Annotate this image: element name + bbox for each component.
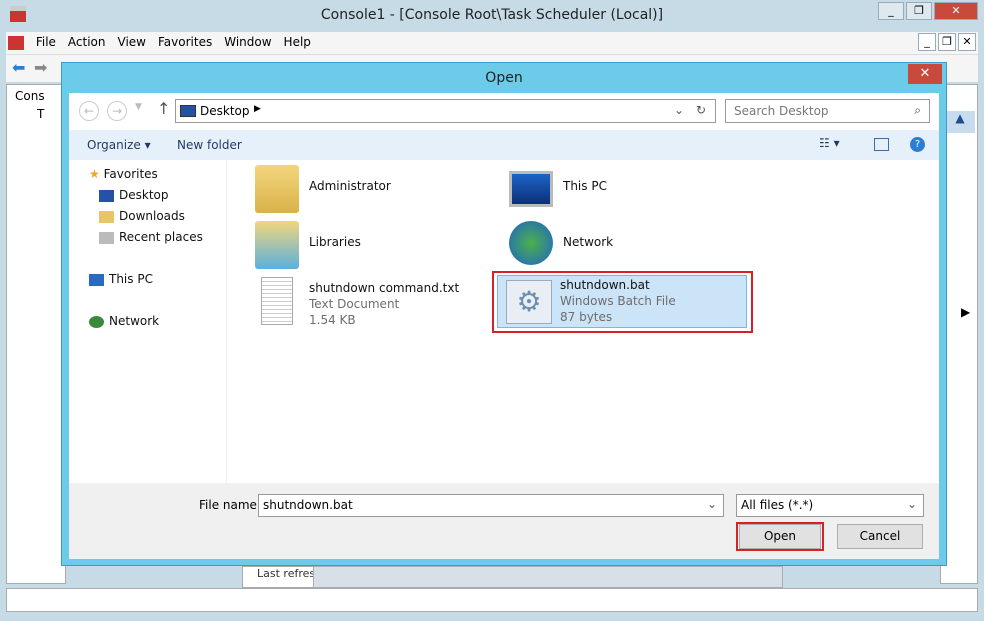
file-list: Administrator This PC Libraries Network … bbox=[229, 160, 939, 483]
user-folder-icon bbox=[255, 165, 299, 213]
dialog-title: Open bbox=[485, 70, 523, 86]
search-input[interactable]: Search Desktop ⌕ bbox=[725, 99, 930, 123]
mmc-title-bar: Console1 - [Console Root\Task Scheduler … bbox=[0, 0, 984, 30]
submenu-arrow-icon[interactable]: ▶ bbox=[961, 305, 970, 319]
nav-desktop[interactable]: Desktop bbox=[99, 188, 169, 202]
help-icon[interactable]: ? bbox=[910, 137, 925, 152]
computer-icon bbox=[509, 171, 553, 207]
star-icon: ★ bbox=[89, 167, 100, 181]
network-icon bbox=[89, 315, 104, 328]
child-restore-button[interactable]: ❐ bbox=[938, 33, 956, 51]
open-dialog: Open ✕ ← → ▼ ↑ Desktop ▶ ⌄ ↻ Search Desk… bbox=[61, 62, 947, 566]
collapse-arrow-icon[interactable]: ▲ bbox=[945, 111, 975, 133]
refresh-icon[interactable]: ↻ bbox=[696, 103, 706, 117]
organize-button[interactable]: Organize ▾ bbox=[87, 138, 151, 152]
desktop-icon bbox=[180, 105, 196, 117]
child-minimize-button[interactable]: _ bbox=[918, 33, 936, 51]
forward-arrow-icon[interactable]: ➡ bbox=[34, 58, 47, 77]
menu-help[interactable]: Help bbox=[278, 32, 317, 52]
open-button[interactable]: Open bbox=[739, 524, 821, 549]
recent-dropdown-icon[interactable]: ▼ bbox=[135, 102, 142, 112]
recent-places-icon bbox=[99, 231, 114, 244]
menu-window[interactable]: Window bbox=[218, 32, 277, 52]
dialog-body: ← → ▼ ↑ Desktop ▶ ⌄ ↻ Search Desktop ⌕ Or… bbox=[69, 93, 939, 559]
address-desktop[interactable]: Desktop bbox=[200, 104, 250, 118]
file-item-network[interactable]: Network bbox=[493, 219, 743, 275]
change-view-icon[interactable]: ☷ ▾ bbox=[819, 136, 840, 150]
file-type-dropdown-icon: ⌄ bbox=[906, 497, 917, 511]
menu-bar: File Action View Favorites Window Help _ ❐ ✕ bbox=[6, 32, 978, 54]
navigation-row: ← → ▼ ↑ Desktop ▶ ⌄ ↻ Search Desktop ⌕ bbox=[69, 93, 939, 129]
console-icon bbox=[8, 35, 24, 50]
address-bar[interactable]: Desktop ▶ ⌄ ↻ bbox=[175, 99, 716, 123]
desktop-icon bbox=[99, 189, 114, 202]
dialog-close-button[interactable]: ✕ bbox=[908, 64, 942, 84]
console-tree: Cons T bbox=[6, 84, 66, 584]
file-item-libraries[interactable]: Libraries bbox=[239, 219, 489, 275]
file-name-input[interactable]: shutndown.bat ⌄ bbox=[258, 494, 724, 517]
navigation-pane: ★ Favorites Desktop Downloads Recent pla… bbox=[69, 160, 227, 483]
back-arrow-icon[interactable]: ⬅ bbox=[12, 58, 25, 77]
file-item-shutndown-bat[interactable]: ⚙ shutndown.bat Windows Batch File 87 by… bbox=[497, 275, 747, 328]
network-icon bbox=[509, 221, 553, 265]
batch-file-icon: ⚙ bbox=[506, 280, 552, 324]
preview-pane-icon[interactable] bbox=[874, 138, 889, 151]
cancel-button[interactable]: Cancel bbox=[837, 524, 923, 549]
file-item-this-pc[interactable]: This PC bbox=[493, 163, 743, 219]
window-title: Console1 - [Console Root\Task Scheduler … bbox=[320, 7, 664, 23]
tree-item-task-scheduler[interactable]: T bbox=[37, 107, 44, 121]
libraries-icon bbox=[255, 221, 299, 269]
forward-button[interactable]: → bbox=[107, 101, 127, 121]
new-folder-button[interactable]: New folder bbox=[177, 138, 242, 152]
nav-favorites[interactable]: ★ Favorites bbox=[89, 167, 158, 181]
close-button[interactable]: ✕ bbox=[934, 2, 978, 20]
menu-view[interactable]: View bbox=[112, 32, 152, 52]
background-panel-frame bbox=[313, 566, 783, 588]
up-arrow-icon[interactable]: ↑ bbox=[157, 99, 170, 118]
search-icon: ⌕ bbox=[914, 103, 921, 117]
minimize-button[interactable]: _ bbox=[878, 2, 904, 20]
file-name-label: File name: bbox=[199, 498, 261, 512]
downloads-icon bbox=[99, 210, 114, 223]
address-dropdown-icon[interactable]: ⌄ bbox=[674, 103, 684, 117]
maximize-button[interactable]: ❐ bbox=[906, 2, 932, 20]
menu-file[interactable]: File bbox=[30, 32, 62, 52]
nav-network[interactable]: Network bbox=[89, 314, 159, 328]
tree-item-console-root[interactable]: Cons bbox=[15, 89, 45, 103]
child-close-button[interactable]: ✕ bbox=[958, 33, 976, 51]
file-name-dropdown-icon: ⌄ bbox=[706, 497, 717, 511]
command-bar: Organize ▾ New folder ☷ ▾ ? bbox=[69, 130, 939, 160]
nav-this-pc[interactable]: This PC bbox=[89, 272, 153, 286]
dialog-footer: File name: shutndown.bat ⌄ All files (*.*… bbox=[69, 483, 939, 559]
text-document-icon bbox=[261, 277, 293, 325]
search-placeholder: Search Desktop bbox=[734, 104, 829, 118]
nav-downloads[interactable]: Downloads bbox=[99, 209, 185, 223]
computer-icon bbox=[89, 273, 104, 286]
menu-favorites[interactable]: Favorites bbox=[152, 32, 218, 52]
file-item-administrator[interactable]: Administrator bbox=[239, 163, 489, 219]
breadcrumb-chevron-icon[interactable]: ▶ bbox=[254, 104, 261, 114]
nav-recent-places[interactable]: Recent places bbox=[99, 230, 203, 244]
file-item-shutndown-txt[interactable]: shutndown command.txt Text Document 1.54… bbox=[239, 275, 489, 331]
back-button[interactable]: ← bbox=[79, 101, 99, 121]
status-bar bbox=[6, 588, 978, 612]
menu-action[interactable]: Action bbox=[62, 32, 112, 52]
file-type-select[interactable]: All files (*.*) ⌄ bbox=[736, 494, 924, 517]
